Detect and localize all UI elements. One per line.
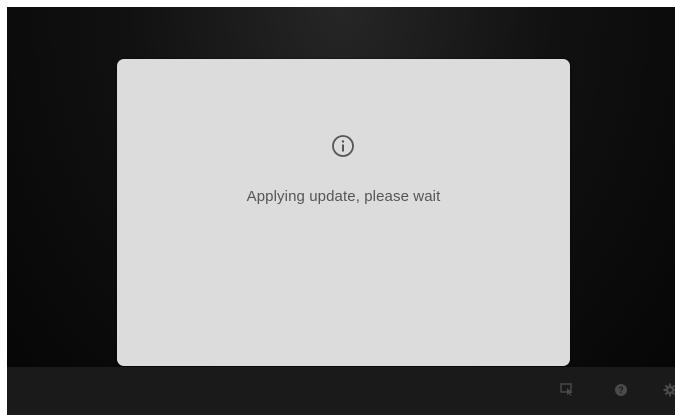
info-icon <box>332 135 354 157</box>
svg-text:?: ? <box>618 385 624 395</box>
taskbar: ? <box>7 367 675 415</box>
update-dialog: Applying update, please wait <box>117 59 570 366</box>
help-icon[interactable]: ? <box>614 383 628 397</box>
settings-icon[interactable] <box>663 383 675 397</box>
screen: Applying update, please wait ? <box>7 7 675 415</box>
status-message: Applying update, please wait <box>246 188 441 205</box>
screen-tap-icon[interactable] <box>560 383 574 397</box>
